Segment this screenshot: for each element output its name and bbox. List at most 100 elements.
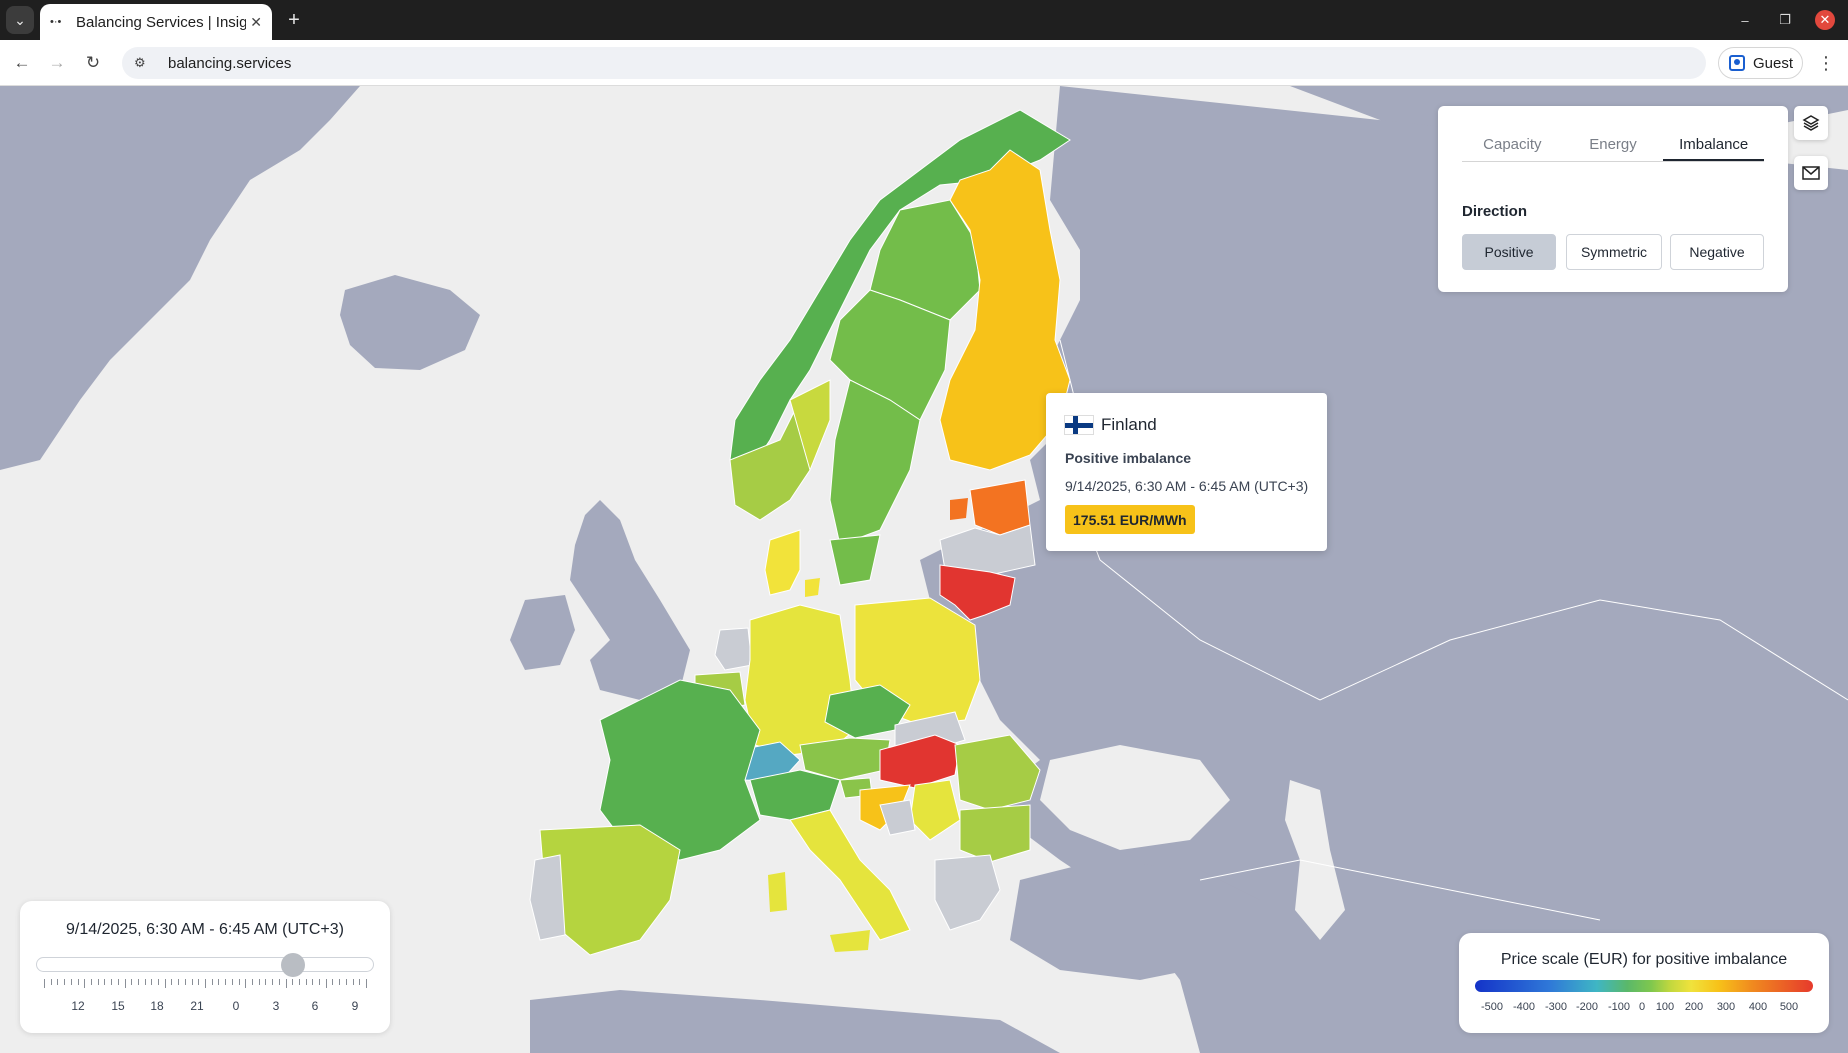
- forward-icon[interactable]: →: [44, 50, 70, 76]
- iceland-land: [340, 275, 480, 370]
- bosnia-region[interactable]: [879, 799, 916, 836]
- netherlands-region[interactable]: [714, 627, 753, 671]
- tooltip-country: Finland: [1101, 415, 1157, 434]
- browser-toolbar: ← → ↻ ⚙ balancing.services Guest ⋮: [0, 40, 1848, 86]
- tab-close-icon[interactable]: ✕: [250, 14, 262, 31]
- time-slider-ticks: [36, 979, 374, 989]
- north-africa-land: [530, 990, 1060, 1053]
- time-slider-thumb[interactable]: [280, 953, 305, 977]
- country-tooltip: Finland Positive imbalance 9/14/2025, 6:…: [1046, 393, 1327, 551]
- legend-label: 300: [1716, 1001, 1736, 1013]
- control-panel: Capacity Energy Imbalance Direction Posi…: [1438, 106, 1788, 292]
- positive-button[interactable]: Positive: [1462, 234, 1556, 270]
- slider-tick: [44, 979, 45, 988]
- browser-tab-bar: ⌄ •·• Balancing Services | Insig ✕ + – ❐…: [0, 0, 1848, 40]
- finland-flag-icon: [1064, 415, 1094, 435]
- bulgaria-region[interactable]: [959, 804, 1031, 863]
- slider-tick: [319, 979, 321, 985]
- mode-tabs: Capacity Energy Imbalance: [1462, 132, 1765, 162]
- negative-button[interactable]: Negative: [1670, 234, 1764, 270]
- tab-capacity[interactable]: Capacity: [1462, 132, 1563, 161]
- germany-region[interactable]: [744, 604, 856, 756]
- slider-tick: [352, 979, 354, 985]
- sicily-region[interactable]: [830, 930, 870, 952]
- reload-icon[interactable]: ↻: [80, 50, 106, 76]
- slider-tick: [345, 979, 347, 985]
- sardinia-region[interactable]: [768, 872, 787, 912]
- slider-tick: [158, 979, 160, 985]
- greece-region[interactable]: [934, 854, 1001, 931]
- profile-button[interactable]: Guest: [1718, 47, 1803, 79]
- slider-tick: [251, 979, 253, 985]
- legend-label: -500: [1480, 1001, 1504, 1013]
- legend-label: 400: [1748, 1001, 1768, 1013]
- new-tab-button[interactable]: +: [282, 8, 306, 32]
- time-slider-card: 9/14/2025, 6:30 AM - 6:45 AM (UTC+3) 12 …: [20, 901, 390, 1033]
- legend-label: 200: [1684, 1001, 1704, 1013]
- serbia-region[interactable]: [909, 779, 961, 841]
- time-slider-track[interactable]: [36, 957, 374, 972]
- slider-tick: [231, 979, 233, 985]
- slider-tick: [164, 979, 166, 988]
- slider-tick: [292, 979, 294, 985]
- slider-tick: [191, 979, 193, 985]
- legend-gradient-bar: [1475, 980, 1813, 992]
- slider-tick: [366, 979, 367, 988]
- back-icon[interactable]: ←: [9, 50, 35, 76]
- site-settings-icon[interactable]: ⚙: [134, 55, 154, 71]
- estonia-islands[interactable]: [950, 498, 968, 520]
- tooltip-title: Positive imbalance: [1065, 450, 1192, 466]
- denmark-islands[interactable]: [805, 578, 820, 597]
- legend-title: Price scale (EUR) for positive imbalance: [1500, 951, 1788, 968]
- uk-land: [570, 500, 690, 700]
- slider-tick: [144, 979, 146, 985]
- time-slider-label: 9/14/2025, 6:30 AM - 6:45 AM (UTC+3): [66, 921, 344, 938]
- symmetric-button[interactable]: Symmetric: [1566, 234, 1662, 270]
- tick-label: 12: [71, 999, 85, 1013]
- slider-tick: [359, 979, 361, 985]
- slider-tick: [97, 979, 99, 985]
- legend-label: 500: [1779, 1001, 1799, 1013]
- portugal-region[interactable]: [529, 854, 566, 941]
- slider-tick: [245, 979, 247, 988]
- tab-imbalance[interactable]: Imbalance: [1663, 132, 1765, 161]
- minimize-icon[interactable]: –: [1735, 10, 1755, 30]
- slider-tick: [131, 979, 133, 985]
- slider-tick: [117, 979, 119, 985]
- slider-tick: [325, 979, 327, 988]
- profile-icon: [1729, 55, 1745, 71]
- address-bar[interactable]: ⚙ balancing.services: [122, 47, 1706, 79]
- slider-tick: [332, 979, 334, 985]
- slider-tick: [64, 979, 66, 985]
- tab-search-button[interactable]: ⌄: [6, 6, 34, 34]
- window-close-icon[interactable]: ✕: [1815, 10, 1835, 30]
- tick-label: 3: [272, 999, 280, 1013]
- estonia-region[interactable]: [969, 479, 1031, 536]
- slider-tick: [84, 979, 86, 988]
- slider-tick: [70, 979, 72, 985]
- slider-tick: [298, 979, 300, 985]
- slider-tick: [171, 979, 173, 985]
- slider-tick: [198, 979, 200, 985]
- restore-icon[interactable]: ❐: [1775, 10, 1795, 30]
- layers-button[interactable]: [1794, 106, 1828, 140]
- slider-tick: [151, 979, 153, 985]
- tick-label: 0: [232, 999, 240, 1013]
- tab-energy[interactable]: Energy: [1563, 132, 1664, 161]
- slider-tick: [124, 979, 126, 988]
- tooltip-value-badge: 175.51 EUR/MWh: [1065, 505, 1195, 534]
- slider-tick: [205, 979, 206, 988]
- denmark-region[interactable]: [764, 529, 801, 596]
- tick-label: 21: [190, 999, 204, 1013]
- slider-tick: [278, 979, 280, 985]
- slider-tick: [258, 979, 260, 985]
- browser-tab[interactable]: •·• Balancing Services | Insig ✕: [40, 4, 272, 40]
- sweden-tip[interactable]: [829, 534, 881, 586]
- slider-tick: [90, 979, 92, 985]
- layers-icon: [1802, 115, 1820, 131]
- slider-tick: [238, 979, 240, 985]
- tick-label: 9: [351, 999, 359, 1013]
- mail-button[interactable]: [1794, 156, 1828, 190]
- slider-tick: [211, 979, 213, 985]
- browser-menu-icon[interactable]: ⋮: [1816, 52, 1836, 74]
